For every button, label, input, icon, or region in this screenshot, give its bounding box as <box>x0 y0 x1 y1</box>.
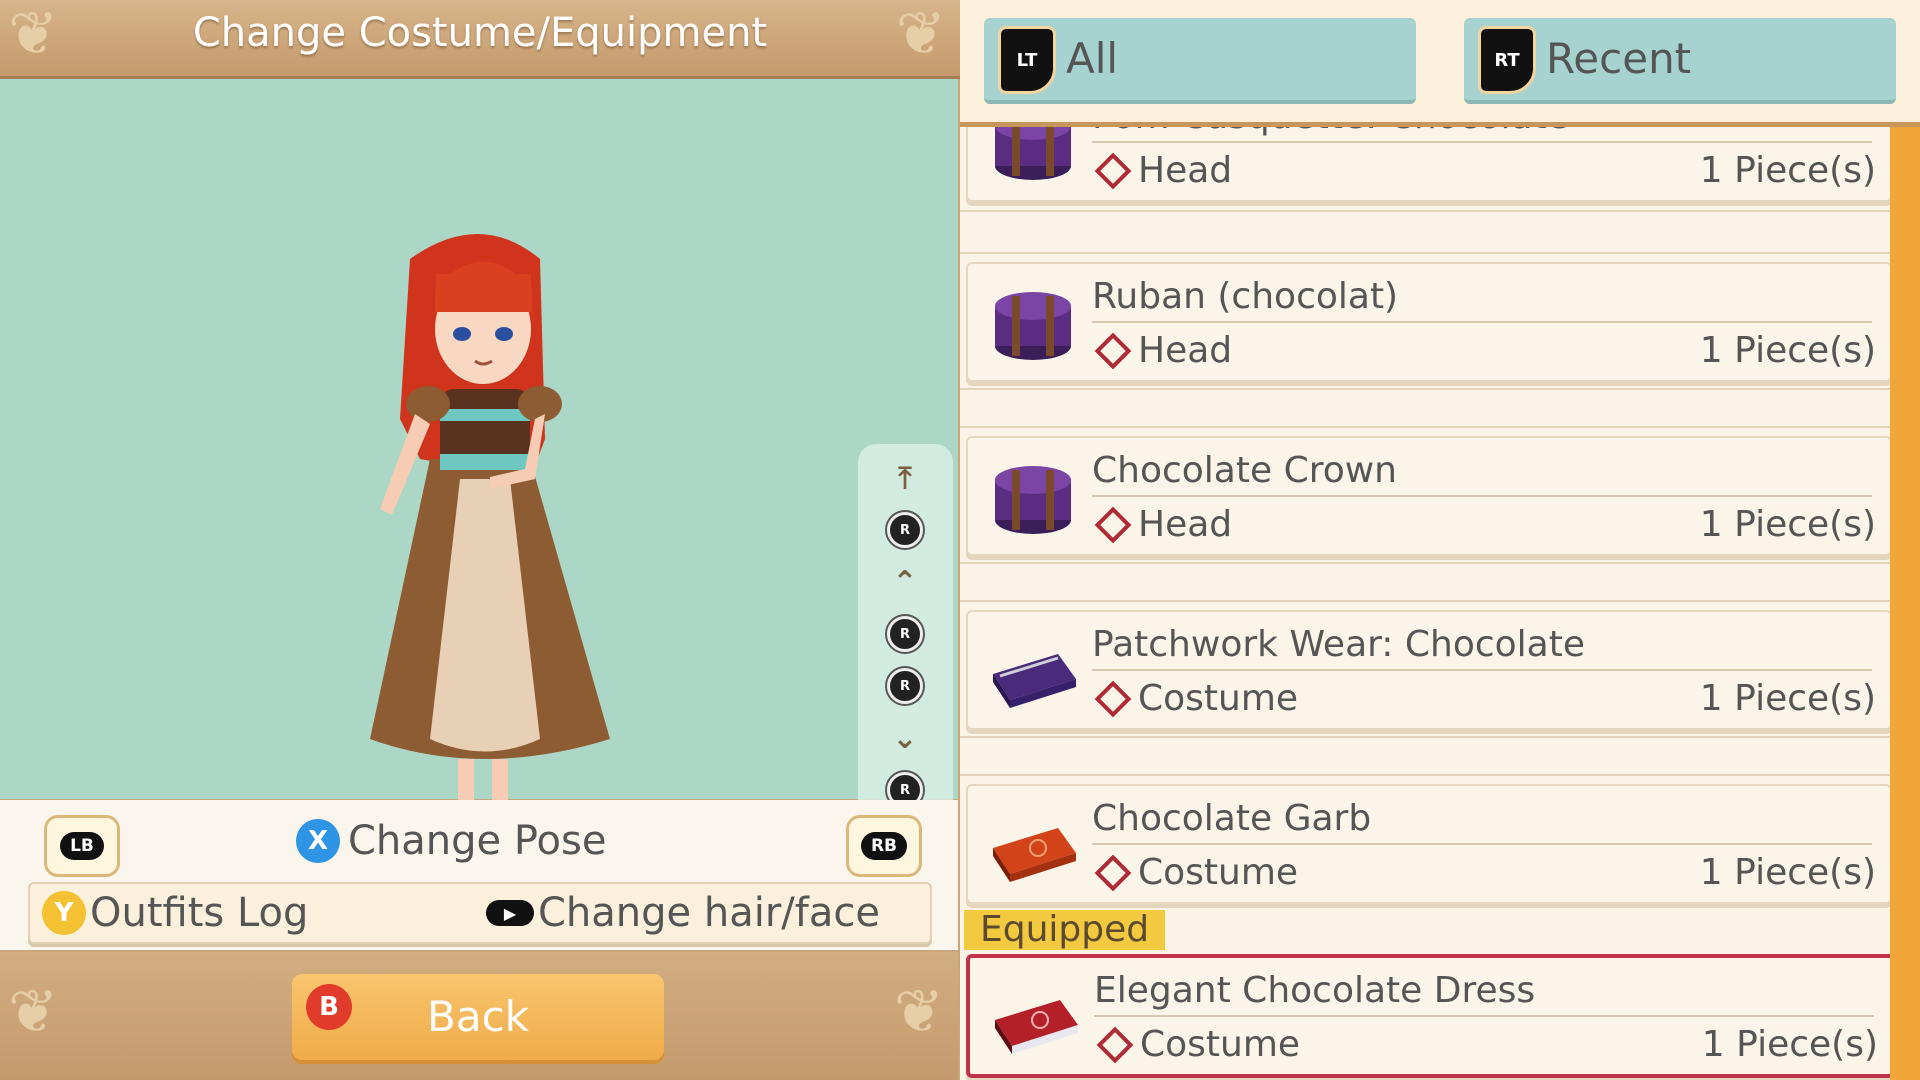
diamond-icon <box>1096 1026 1134 1063</box>
item-name: Pom Casquette: Chocolate <box>1092 126 1872 143</box>
divider <box>960 210 1890 212</box>
orange-suitcase-icon <box>993 828 1076 882</box>
list-item[interactable]: Chocolate Garb Costume 1 Piece(s) <box>966 784 1890 904</box>
item-name: Chocolate Garb <box>1092 798 1872 845</box>
back-button[interactable]: B Back <box>292 974 664 1060</box>
lb-icon: LB <box>60 832 104 860</box>
diamond-icon <box>1094 506 1132 543</box>
divider <box>960 388 1890 390</box>
change-pose-label: Change Pose <box>348 818 607 864</box>
list-item[interactable]: Pom Casquette: Chocolate Head 1 Piece(s) <box>966 126 1890 202</box>
purple-suitcase-icon <box>993 654 1076 708</box>
title-bar: ❦ Change Costume/Equipment ❦ <box>0 0 960 79</box>
item-category: Head <box>1094 504 1232 545</box>
control-bar: LB X Change Pose RB Y Outfits Log ▶ Chan… <box>0 800 958 950</box>
ornament-bottom-right-icon: ❦ <box>893 977 944 1047</box>
item-category: Head <box>1094 330 1232 371</box>
diamond-icon <box>1094 854 1132 891</box>
item-name: Chocolate Crown <box>1092 450 1872 497</box>
divider <box>960 600 1890 602</box>
tab-all[interactable]: LT All <box>984 18 1416 104</box>
item-name: Elegant Chocolate Dress <box>1094 970 1874 1017</box>
equipped-label: Equipped <box>964 910 1166 950</box>
back-label: Back <box>427 992 529 1041</box>
divider <box>960 252 1890 254</box>
preview-panel: ❦ Change Costume/Equipment ❦ ⤒ R ⌃ R R ⌄… <box>0 0 960 1080</box>
secondary-actions: Y Outfits Log ▶ Change hair/face <box>28 882 932 944</box>
item-list[interactable]: Pom Casquette: Chocolate Head 1 Piece(s)… <box>960 126 1890 1080</box>
item-name: Patchwork Wear: Chocolate <box>1092 624 1872 671</box>
item-category: Costume <box>1096 1024 1300 1065</box>
outfits-log-button[interactable]: Y Outfits Log <box>42 890 308 936</box>
list-item[interactable]: Ruban (chocolat) Head 1 Piece(s) <box>966 262 1890 382</box>
rb-icon: RB <box>860 832 908 860</box>
item-quantity: 1 Piece(s) <box>1699 150 1876 191</box>
item-name: Ruban (chocolat) <box>1092 276 1872 323</box>
change-pose-button[interactable]: X Change Pose <box>296 818 606 864</box>
item-category: Head <box>1094 150 1232 191</box>
scrollbar[interactable] <box>1890 126 1920 1080</box>
change-hair-face-label: Change hair/face <box>538 890 880 936</box>
diamond-icon <box>1094 680 1132 717</box>
tab-recent[interactable]: RT Recent <box>1464 18 1896 104</box>
tab-all-label: All <box>1066 34 1119 83</box>
list-item[interactable]: Patchwork Wear: Chocolate Costume 1 Piec… <box>966 610 1890 730</box>
purple-hatbox-icon <box>995 126 1071 180</box>
ornament-right-icon: ❦ <box>895 0 946 69</box>
divider <box>960 774 1890 776</box>
item-quantity: 1 Piece(s) <box>1699 678 1876 719</box>
zoom-out-icon[interactable]: ⌄ <box>883 716 927 760</box>
character-model <box>370 234 610 843</box>
item-category: Costume <box>1094 852 1298 893</box>
list-item-equipped[interactable]: Elegant Chocolate Dress Costume 1 Piece(… <box>966 954 1890 1078</box>
divider <box>960 426 1890 428</box>
y-button-icon: Y <box>42 891 86 935</box>
rt-icon: RT <box>1478 26 1536 94</box>
red-suitcase-icon <box>995 1000 1078 1054</box>
character-preview[interactable]: ⤒ R ⌃ R R ⌄ R ⤓ <box>0 79 958 874</box>
divider <box>960 736 1890 738</box>
purple-hatbox-icon <box>995 292 1071 360</box>
right-stick-icon: ▶ <box>486 900 534 926</box>
item-quantity: 1 Piece(s) <box>1699 852 1876 893</box>
diamond-icon <box>1094 152 1132 189</box>
footer: ❦ B Back ❦ <box>0 952 958 1080</box>
item-quantity: 1 Piece(s) <box>1701 1024 1878 1065</box>
x-button-icon: X <box>296 819 340 863</box>
item-list-panel: LT All RT Recent Pom Casquette: Chocolat… <box>960 0 1920 1080</box>
divider <box>960 562 1890 564</box>
filter-tabs: LT All RT Recent <box>960 0 1920 127</box>
item-quantity: 1 Piece(s) <box>1699 504 1876 545</box>
purple-hatbox-icon <box>995 466 1071 534</box>
lt-icon: LT <box>998 26 1056 94</box>
camera-top-icon[interactable]: ⤒ <box>883 456 927 500</box>
change-hair-face-button[interactable]: ▶ Change hair/face <box>486 890 880 936</box>
rotate-right-icon[interactable]: R <box>883 664 927 708</box>
zoom-in-icon[interactable]: ⌃ <box>883 560 927 604</box>
list-item[interactable]: Chocolate Crown Head 1 Piece(s) <box>966 436 1890 556</box>
page-title: Change Costume/Equipment <box>192 10 768 56</box>
outfits-log-label: Outfits Log <box>90 890 309 936</box>
item-category: Costume <box>1094 678 1298 719</box>
tab-recent-label: Recent <box>1546 34 1692 83</box>
rb-button[interactable]: RB <box>846 815 922 877</box>
item-quantity: 1 Piece(s) <box>1699 330 1876 371</box>
lb-button[interactable]: LB <box>44 815 120 877</box>
ornament-bottom-left-icon: ❦ <box>8 977 59 1047</box>
rotate-up-icon[interactable]: R <box>883 508 927 552</box>
rotate-left-icon[interactable]: R <box>883 612 927 656</box>
diamond-icon <box>1094 332 1132 369</box>
